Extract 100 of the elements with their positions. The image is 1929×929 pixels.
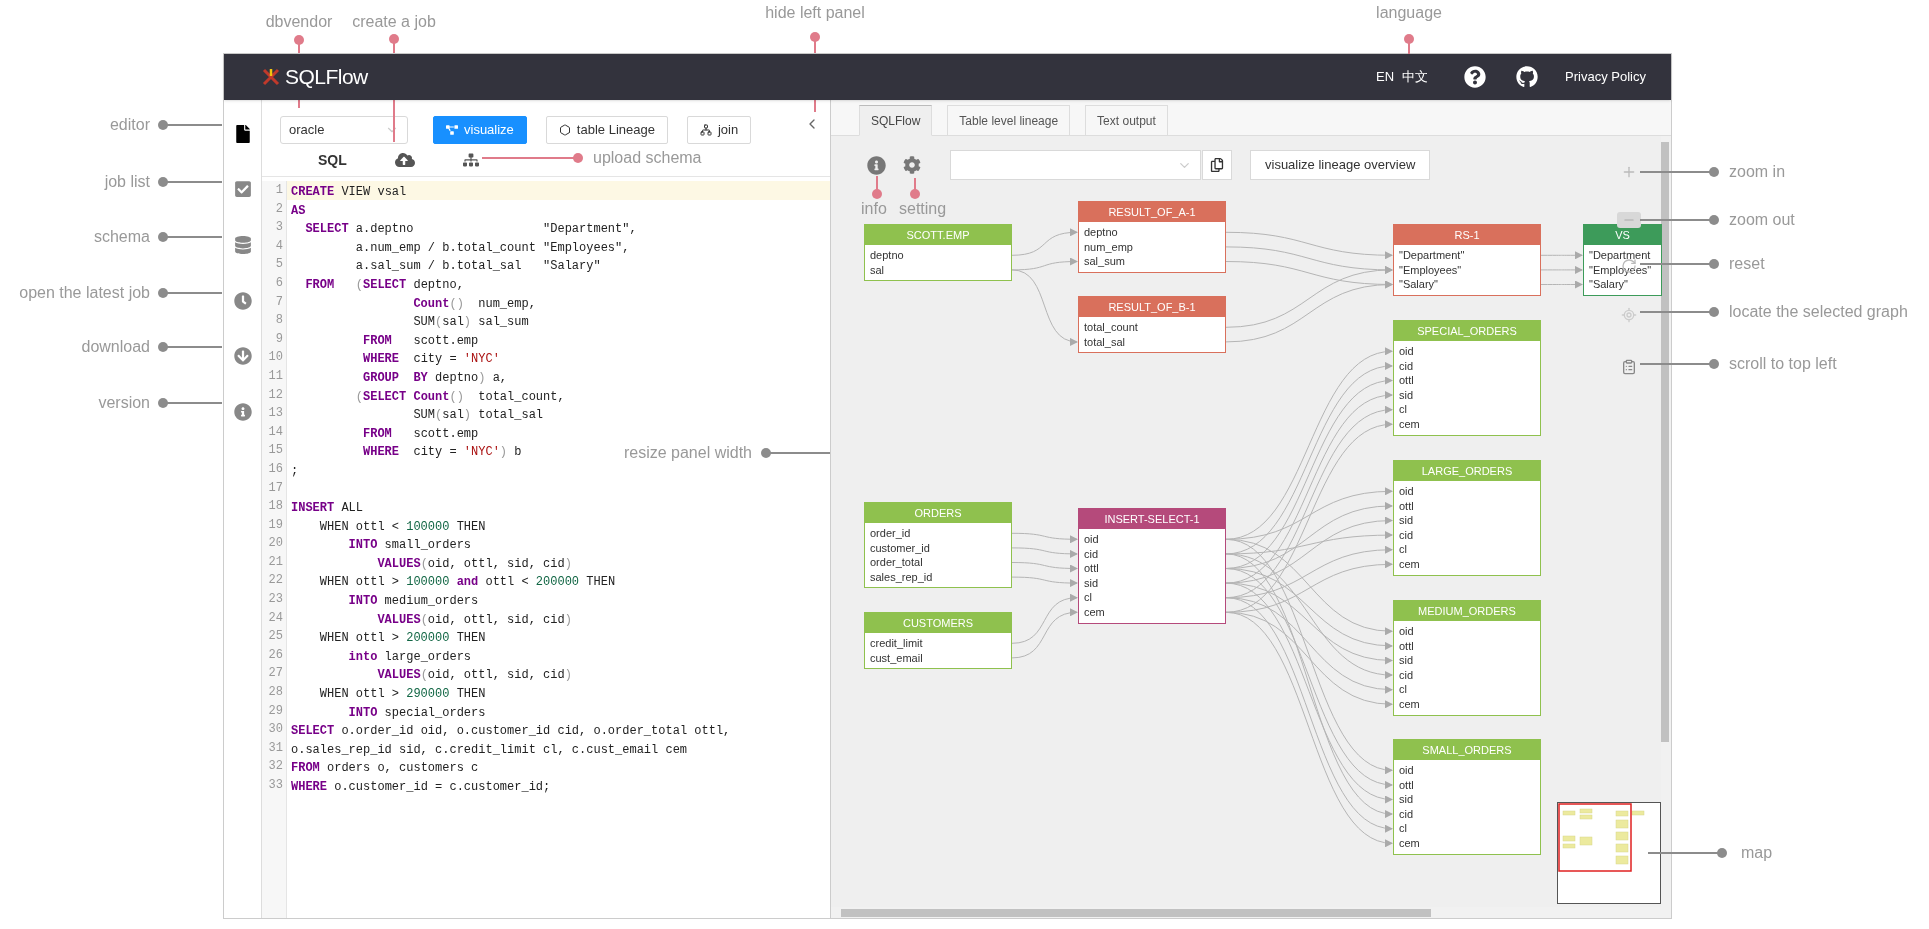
column-row[interactable]: cem bbox=[1394, 416, 1540, 432]
toolbar-button[interactable]: table Lineage bbox=[545, 116, 668, 144]
sitemap-icon[interactable] bbox=[462, 152, 479, 168]
column-row[interactable]: "Salary" bbox=[1394, 277, 1540, 292]
line-number: 10 bbox=[267, 349, 284, 367]
column-row[interactable]: ottl bbox=[1394, 777, 1540, 793]
column-row[interactable]: cl bbox=[1394, 542, 1540, 557]
column-row[interactable]: oid bbox=[1394, 624, 1540, 639]
column-row[interactable]: "Employees" bbox=[1584, 262, 1661, 278]
github-icon[interactable] bbox=[1516, 66, 1539, 88]
column-row[interactable]: cl bbox=[1394, 402, 1540, 417]
column-row[interactable]: cid bbox=[1394, 358, 1540, 374]
column-row[interactable]: cem bbox=[1394, 696, 1540, 712]
column-row[interactable]: oid bbox=[1394, 763, 1540, 778]
table-node[interactable]: CUSTOMERS credit_limit cust_email bbox=[864, 612, 1012, 670]
cloud-upload-icon[interactable] bbox=[394, 150, 415, 170]
table-node[interactable]: SCOTT.EMP deptno sal bbox=[864, 224, 1012, 282]
column-row[interactable]: order_id bbox=[865, 526, 1011, 541]
table-node[interactable]: INSERT-SELECT-1 oid cid ottl sid cl cem bbox=[1078, 508, 1226, 624]
clock-icon[interactable] bbox=[233, 291, 252, 310]
column-row[interactable]: customer_id bbox=[865, 540, 1011, 556]
database-icon[interactable] bbox=[233, 236, 252, 254]
dbvendor-dropdown[interactable]: oracle bbox=[280, 116, 408, 144]
table-node[interactable]: VS "Department "Employees" "Salary" bbox=[1583, 224, 1662, 296]
column-row[interactable]: credit_limit bbox=[865, 636, 1011, 651]
table-node[interactable]: RESULT_OF_A-1 deptno num_emp sal_sum bbox=[1078, 201, 1226, 273]
lineage-arrow bbox=[1011, 547, 1078, 558]
language-link[interactable]: EN bbox=[1376, 67, 1395, 87]
column-row[interactable]: cem bbox=[1394, 835, 1540, 851]
column-row[interactable]: cid bbox=[1394, 527, 1540, 543]
column-row[interactable]: cl bbox=[1079, 590, 1225, 605]
column-row[interactable]: sales_rep_id bbox=[865, 569, 1011, 585]
language-link[interactable]: 中文 bbox=[1402, 67, 1429, 87]
column-row[interactable]: oid bbox=[1394, 484, 1540, 499]
column-row[interactable]: cl bbox=[1394, 821, 1540, 836]
column-row[interactable]: ottl bbox=[1394, 373, 1540, 388]
column-row[interactable]: cid bbox=[1394, 806, 1540, 822]
column-row[interactable]: total_sal bbox=[1079, 334, 1225, 350]
table-node[interactable]: RESULT_OF_B-1 total_count total_sal bbox=[1078, 296, 1226, 354]
code-line: FROM (SELECT deptno, bbox=[304, 277, 464, 292]
copy-button[interactable] bbox=[1202, 150, 1232, 180]
clipboard-icon[interactable] bbox=[1621, 359, 1637, 375]
column-row[interactable]: sal_sum bbox=[1079, 254, 1225, 269]
code-line: WHERE o.customer_id = c.customer_id; bbox=[291, 780, 551, 794]
checkbox-icon[interactable] bbox=[233, 180, 252, 199]
column-row[interactable]: oid bbox=[1394, 344, 1540, 359]
column-row[interactable]: cust_email bbox=[865, 650, 1011, 666]
table-node[interactable]: SPECIAL_ORDERS oid cid ottl sid cl cem bbox=[1393, 320, 1541, 436]
column-row[interactable]: oid bbox=[1079, 532, 1225, 547]
code-line: WHERE city = 'NYC' bbox=[362, 352, 500, 367]
table-node[interactable]: LARGE_ORDERS oid ottl sid cid cl cem bbox=[1393, 460, 1541, 576]
settings-icon[interactable] bbox=[903, 156, 921, 174]
file-icon[interactable] bbox=[233, 124, 252, 143]
download-icon[interactable] bbox=[233, 347, 252, 366]
column-row[interactable]: cid bbox=[1394, 667, 1540, 683]
column-row[interactable]: order_total bbox=[865, 555, 1011, 570]
privacy-policy-link[interactable]: Privacy Policy bbox=[1565, 67, 1646, 87]
info-icon[interactable] bbox=[867, 156, 886, 175]
column-row[interactable]: cid bbox=[1079, 546, 1225, 562]
column-row[interactable]: sal bbox=[865, 262, 1011, 278]
column-row[interactable]: sid bbox=[1394, 653, 1540, 668]
table-node[interactable]: SMALL_ORDERS oid ottl sid cid cl cem bbox=[1393, 739, 1541, 855]
column-row[interactable]: "Department bbox=[1584, 248, 1661, 263]
graph-tab[interactable]: Table level lineage bbox=[947, 105, 1071, 136]
app-logo[interactable]: SQLFlow bbox=[285, 61, 368, 93]
scrollbar-thumb[interactable] bbox=[1661, 142, 1669, 742]
column-row[interactable]: sid bbox=[1079, 575, 1225, 591]
column-row[interactable]: deptno bbox=[1079, 225, 1225, 240]
scrollbar-thumb[interactable] bbox=[841, 908, 1431, 917]
column-row[interactable]: num_emp bbox=[1079, 239, 1225, 255]
help-icon[interactable] bbox=[1464, 66, 1487, 88]
node-title: SPECIAL_ORDERS bbox=[1416, 324, 1518, 339]
column-row[interactable]: total_count bbox=[1079, 320, 1225, 335]
column-row[interactable]: ottl bbox=[1394, 638, 1540, 654]
table-node[interactable]: ORDERS order_id customer_id order_total sales_rep_id bbox=[864, 502, 1012, 589]
column-row[interactable]: cem bbox=[1079, 604, 1225, 620]
column-row[interactable]: "Salary" bbox=[1584, 277, 1661, 292]
line-number: 12 bbox=[267, 386, 284, 404]
info-icon[interactable] bbox=[233, 402, 252, 421]
column-row[interactable]: "Department" bbox=[1394, 248, 1540, 263]
table-node[interactable]: RS-1 "Department" "Employees" "Salary" bbox=[1393, 224, 1541, 296]
toolbar-button[interactable]: join bbox=[686, 116, 752, 144]
graph-tab[interactable]: Text output bbox=[1085, 105, 1168, 136]
code-line: SUM(sal) total_sal bbox=[412, 408, 544, 423]
column-row[interactable]: cem bbox=[1394, 556, 1540, 572]
column-row[interactable]: deptno bbox=[865, 248, 1011, 263]
column-row[interactable]: sid bbox=[1394, 387, 1540, 403]
column-row[interactable]: "Employees" bbox=[1394, 262, 1540, 278]
graph-tab[interactable]: SQLFlow bbox=[859, 105, 933, 136]
column-row[interactable]: cl bbox=[1394, 682, 1540, 697]
column-row[interactable]: sid bbox=[1394, 792, 1540, 807]
column-row[interactable]: ottl bbox=[1394, 498, 1540, 514]
line-number: 19 bbox=[267, 516, 284, 534]
minimap-drawing[interactable] bbox=[1557, 802, 1661, 904]
table-node[interactable]: MEDIUM_ORDERS oid ottl sid cid cl cem bbox=[1393, 600, 1541, 716]
column-row[interactable]: sid bbox=[1394, 513, 1540, 528]
column-row[interactable]: ottl bbox=[1079, 561, 1225, 576]
lineage-overview-button[interactable]: visualize lineage overview bbox=[1250, 150, 1431, 180]
sql-tab[interactable]: SQL bbox=[318, 149, 347, 171]
code-line: SUM(sal) sal_sum bbox=[412, 315, 529, 330]
